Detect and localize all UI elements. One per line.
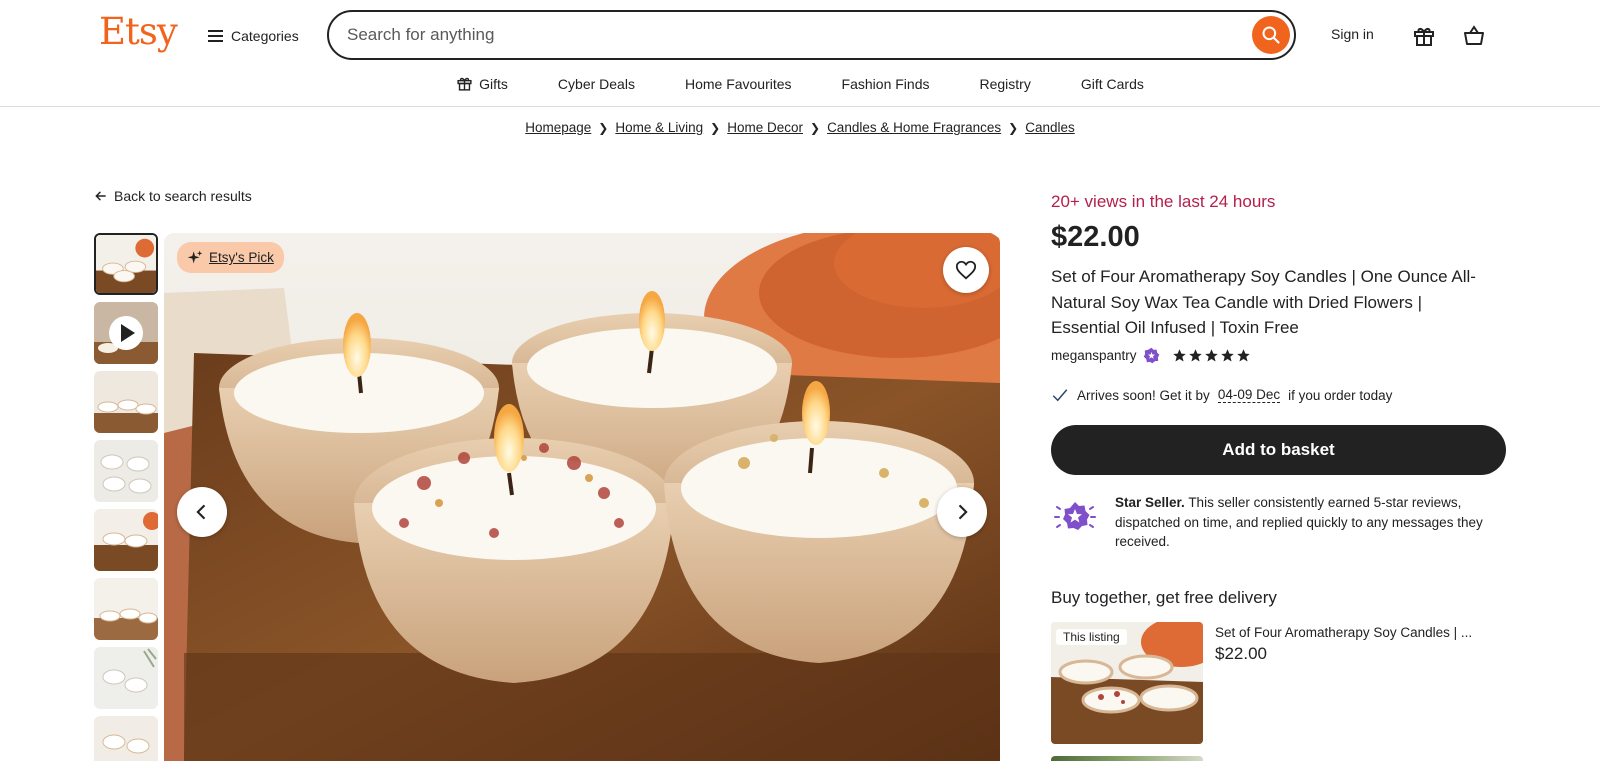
back-to-search-link[interactable]: Back to search results bbox=[94, 188, 252, 204]
bundle-item-price: $22.00 bbox=[1215, 644, 1267, 663]
favorite-button[interactable] bbox=[943, 247, 989, 293]
this-listing-label: This listing bbox=[1056, 629, 1127, 645]
arrives-suffix: if you order today bbox=[1288, 387, 1393, 403]
delivery-estimate: Arrives soon! Get it by 04-09 Dec if you… bbox=[1051, 386, 1392, 404]
bundle-item-image-2[interactable] bbox=[1051, 756, 1203, 761]
thumbnail-video[interactable] bbox=[94, 302, 158, 364]
thumbnail-list bbox=[94, 233, 158, 761]
top-nav: Gifts Cyber Deals Home Favourites Fashio… bbox=[0, 72, 1600, 95]
add-to-basket-button[interactable]: Add to basket bbox=[1051, 425, 1506, 475]
arrives-prefix: Arrives soon! Get it by bbox=[1077, 387, 1210, 403]
star-icon bbox=[1172, 349, 1186, 362]
etsys-pick-badge[interactable]: Etsy's Pick bbox=[177, 242, 284, 273]
chevron-right-icon: ❯ bbox=[710, 120, 721, 135]
categories-button[interactable]: Categories bbox=[208, 24, 299, 48]
main-product-image[interactable] bbox=[164, 233, 1000, 761]
rating-stars[interactable] bbox=[1172, 348, 1251, 363]
nav-item-label: Gifts bbox=[479, 75, 508, 92]
breadcrumb-candles-fragrances[interactable]: Candles & Home Fragrances bbox=[827, 120, 1001, 135]
star-seller-badge-icon bbox=[1143, 347, 1159, 364]
basket-icon[interactable] bbox=[1460, 22, 1488, 50]
search-input[interactable] bbox=[347, 22, 1227, 48]
star-icon bbox=[1188, 349, 1202, 362]
breadcrumb-home-living[interactable]: Home & Living bbox=[615, 120, 703, 135]
bundle-item-title[interactable]: Set of Four Aromatherapy Soy Candles | .… bbox=[1215, 625, 1472, 640]
search-button[interactable] bbox=[1252, 16, 1290, 54]
nav-item-gift-cards[interactable]: Gift Cards bbox=[1056, 72, 1169, 95]
check-icon bbox=[1052, 389, 1068, 402]
sparkle-icon bbox=[187, 250, 203, 263]
chevron-left-icon bbox=[196, 504, 206, 520]
star-icon bbox=[1220, 349, 1234, 362]
nav-item-registry[interactable]: Registry bbox=[954, 72, 1055, 95]
header: Etsy Categories Sign in bbox=[0, 0, 1600, 107]
etsy-logo[interactable]: Etsy bbox=[99, 10, 178, 53]
arrival-date[interactable]: 04-09 Dec bbox=[1217, 387, 1281, 403]
nav-item-home-favourites[interactable]: Home Favourites bbox=[660, 72, 817, 95]
thumbnail-8[interactable] bbox=[94, 716, 158, 761]
listing-price: $22.00 bbox=[1051, 221, 1140, 253]
listing-title: Set of Four Aromatherapy Soy Candles | O… bbox=[1051, 267, 1476, 337]
breadcrumb: Homepage ❯ Home & Living ❯ Home Decor ❯ … bbox=[0, 120, 1600, 135]
thumbnail-3[interactable] bbox=[94, 371, 158, 433]
gift-icon[interactable] bbox=[1410, 22, 1438, 50]
nav-item-cyber-deals[interactable]: Cyber Deals bbox=[533, 72, 660, 95]
chevron-right-icon: ❯ bbox=[598, 120, 609, 135]
thumbnail-5[interactable] bbox=[94, 509, 158, 571]
buy-together-heading: Buy together, get free delivery bbox=[1051, 588, 1277, 607]
back-link-label: Back to search results bbox=[114, 188, 252, 204]
heart-icon bbox=[955, 260, 977, 280]
star-seller-title: Star Seller. bbox=[1115, 495, 1185, 510]
search-icon bbox=[1262, 26, 1280, 44]
nav-item-fashion-finds[interactable]: Fashion Finds bbox=[817, 72, 955, 95]
star-seller-icon bbox=[1054, 502, 1096, 530]
star-icon bbox=[1236, 349, 1250, 362]
thumbnail-6[interactable] bbox=[94, 578, 158, 640]
categories-label: Categories bbox=[231, 28, 299, 44]
star-seller-info: Star Seller. This seller consistently ea… bbox=[1051, 493, 1511, 552]
nav-item-gifts[interactable]: Gifts bbox=[431, 72, 533, 95]
breadcrumb-homepage[interactable]: Homepage bbox=[525, 120, 591, 135]
star-icon bbox=[1204, 349, 1218, 362]
views-indicator: 20+ views in the last 24 hours bbox=[1051, 192, 1276, 211]
shop-name-link[interactable]: meganspantry bbox=[1051, 348, 1137, 363]
thumbnail-4[interactable] bbox=[94, 440, 158, 502]
breadcrumb-candles[interactable]: Candles bbox=[1025, 120, 1075, 135]
hamburger-icon bbox=[208, 30, 223, 42]
gift-icon bbox=[457, 77, 472, 91]
thumbnail-7[interactable] bbox=[94, 647, 158, 709]
arrow-left-icon bbox=[95, 191, 106, 201]
search-bar bbox=[327, 10, 1296, 60]
next-image-button[interactable] bbox=[937, 487, 987, 537]
chevron-right-icon: ❯ bbox=[1008, 120, 1019, 135]
thumbnail-1[interactable] bbox=[94, 233, 158, 295]
chevron-right-icon: ❯ bbox=[810, 120, 821, 135]
breadcrumb-home-decor[interactable]: Home Decor bbox=[727, 120, 803, 135]
sign-in-link[interactable]: Sign in bbox=[1331, 26, 1374, 42]
shop-info: meganspantry bbox=[1051, 347, 1251, 364]
badge-label: Etsy's Pick bbox=[209, 250, 274, 265]
previous-image-button[interactable] bbox=[177, 487, 227, 537]
chevron-right-icon bbox=[958, 504, 968, 520]
